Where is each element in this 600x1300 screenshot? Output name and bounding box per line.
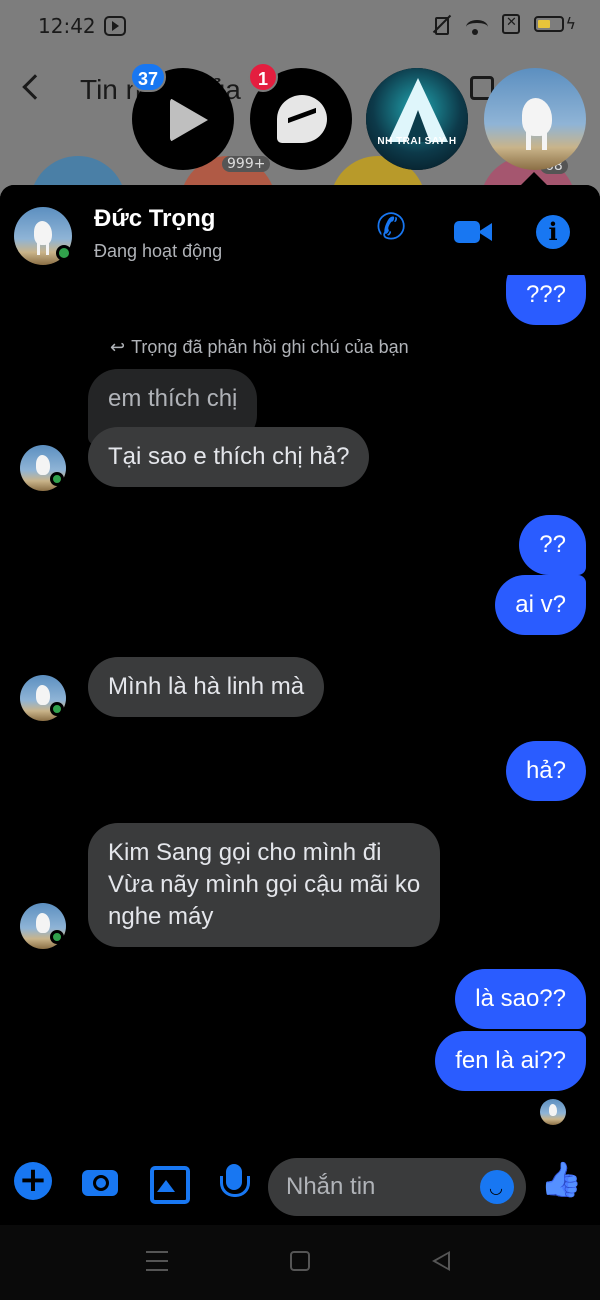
like-icon[interactable]	[540, 1160, 580, 1200]
play-icon	[170, 98, 208, 142]
info-icon[interactable]	[534, 213, 574, 253]
emoji-icon[interactable]	[480, 1170, 514, 1204]
camp-chathead[interactable]: NH TRAI SAY H	[366, 68, 468, 170]
online-indicator	[50, 472, 64, 486]
online-indicator	[50, 702, 64, 716]
message-line: Kim Sang gọi cho mình đi	[108, 839, 382, 866]
back-icon[interactable]	[22, 74, 48, 100]
message-composer	[0, 1150, 600, 1225]
chat-header: Đức Trọng Đang hoạt động	[0, 185, 600, 275]
online-indicator	[56, 245, 72, 261]
background-count-badge: 999+	[222, 156, 271, 172]
reply-icon: ↩	[110, 337, 126, 357]
contact-chathead[interactable]	[484, 68, 586, 170]
no-sim-icon	[502, 14, 520, 34]
unread-badge: 37	[130, 62, 167, 92]
unread-badge: 1	[248, 62, 278, 92]
camp-label: NH TRAI SAY H	[377, 136, 457, 147]
message-bubble-outgoing[interactable]: hả?	[505, 741, 586, 801]
chat-panel: Đức Trọng Đang hoạt động ??? ↩Trọng đã p…	[0, 185, 600, 1225]
camp-logo-image	[366, 68, 468, 170]
message-bubble-outgoing[interactable]: ??	[519, 515, 586, 575]
mic-icon[interactable]	[216, 1162, 256, 1202]
nav-back-icon[interactable]	[432, 1251, 450, 1271]
vibrate-icon	[430, 13, 452, 35]
reply-note-text: Trọng đã phản hồi ghi chú của bạn	[131, 337, 409, 357]
home-icon[interactable]	[290, 1251, 310, 1271]
chathead-pointer	[520, 172, 548, 186]
status-icons	[430, 13, 576, 35]
notification-app-icon	[104, 16, 126, 36]
messenger-icon	[277, 95, 327, 143]
plus-icon[interactable]	[14, 1162, 54, 1202]
message-bubble-incoming[interactable]: Mình là hà linh mà	[88, 657, 325, 717]
status-time: 12:42	[38, 14, 96, 38]
message-bubble-incoming[interactable]: Tại sao e thích chị hả?	[88, 427, 370, 487]
contact-name[interactable]: Đức Trọng	[94, 205, 215, 233]
call-icon[interactable]	[374, 207, 414, 253]
recent-apps-icon[interactable]	[146, 1251, 168, 1271]
wifi-icon	[466, 20, 488, 35]
camera-icon[interactable]	[80, 1162, 120, 1202]
message-line: Vừa nãy mình gọi cậu mãi ko	[108, 871, 421, 898]
gallery-icon[interactable]	[148, 1162, 190, 1204]
status-bar: 12:42	[0, 0, 600, 52]
system-nav-bar	[0, 1225, 600, 1300]
battery-icon	[534, 14, 576, 33]
message-bubble-outgoing[interactable]: fen là ai??	[435, 1031, 586, 1091]
message-bubble-outgoing[interactable]: ai v?	[495, 575, 586, 635]
message-line: nghe máy	[108, 903, 214, 930]
online-indicator	[50, 930, 64, 944]
contact-status: Đang hoạt động	[94, 241, 223, 261]
message-bubble-incoming[interactable]: Kim Sang gọi cho mình đi Vừa nãy mình gọ…	[88, 823, 441, 947]
message-bubble-outgoing[interactable]: là sao??	[455, 969, 586, 1029]
seen-receipt-avatar	[540, 1099, 566, 1125]
reply-note: ↩ Trọng đã phản hồi ghi chú của bạn	[110, 337, 409, 358]
video-call-icon[interactable]	[452, 213, 492, 253]
